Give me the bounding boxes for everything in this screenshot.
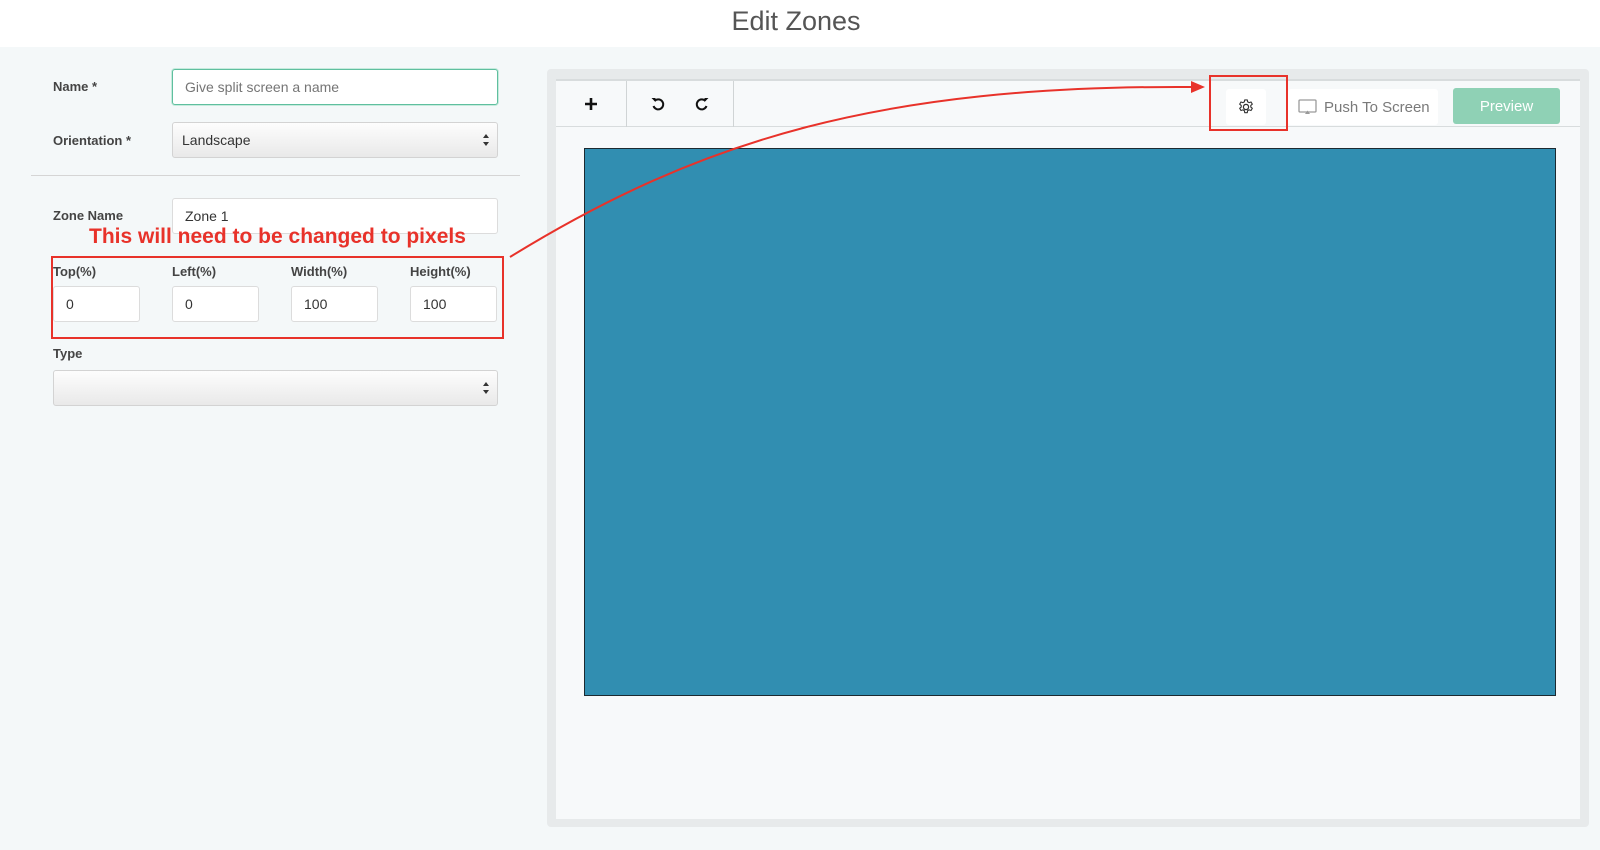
- select-arrows-icon: [483, 134, 489, 146]
- undo-button[interactable]: [636, 81, 680, 127]
- width-label: Width(%): [291, 264, 348, 279]
- toolbar-separator: [733, 81, 734, 127]
- push-to-screen-label: Push To Screen: [1324, 98, 1430, 116]
- push-to-screen-button[interactable]: Push To Screen: [1288, 89, 1438, 125]
- undo-icon: [651, 98, 665, 111]
- left-input[interactable]: 0: [172, 286, 259, 322]
- preview-button[interactable]: Preview: [1453, 88, 1560, 124]
- left-label: Left(%): [172, 264, 217, 279]
- plus-icon: [585, 98, 597, 110]
- zone-editor-panel: Push To Screen Preview: [547, 69, 1589, 827]
- editor-toolbar: Push To Screen Preview: [556, 79, 1580, 127]
- top-label: Top(%): [53, 264, 97, 279]
- top-input[interactable]: 0: [53, 286, 140, 322]
- name-input[interactable]: [172, 69, 498, 105]
- zone-name-label: Zone Name: [53, 208, 124, 223]
- page-title: Edit Zones: [731, 6, 861, 36]
- type-select[interactable]: [53, 370, 498, 406]
- orientation-label: Orientation *: [53, 133, 132, 148]
- name-label: Name *: [53, 79, 98, 94]
- form-divider: [31, 175, 520, 176]
- add-zone-button[interactable]: [556, 81, 626, 127]
- toolbar-separator: [626, 81, 627, 127]
- title-bar: Edit Zones: [0, 0, 1600, 47]
- annotation-box-settings: [1209, 75, 1288, 131]
- zone-editor-inner: Push To Screen Preview: [556, 79, 1580, 819]
- redo-icon: [695, 98, 709, 111]
- height-label: Height(%): [410, 264, 471, 279]
- type-label: Type: [53, 346, 83, 361]
- zone-1-canvas[interactable]: [584, 148, 1556, 696]
- orientation-value: Landscape: [182, 132, 251, 148]
- select-arrows-icon: [483, 382, 489, 394]
- height-input[interactable]: 100: [410, 286, 497, 322]
- cast-icon: [1298, 99, 1317, 114]
- orientation-select[interactable]: Landscape: [172, 122, 498, 158]
- width-input[interactable]: 100: [291, 286, 378, 322]
- annotation-text: This will need to be changed to pixels: [89, 225, 466, 248]
- redo-button[interactable]: [680, 81, 724, 127]
